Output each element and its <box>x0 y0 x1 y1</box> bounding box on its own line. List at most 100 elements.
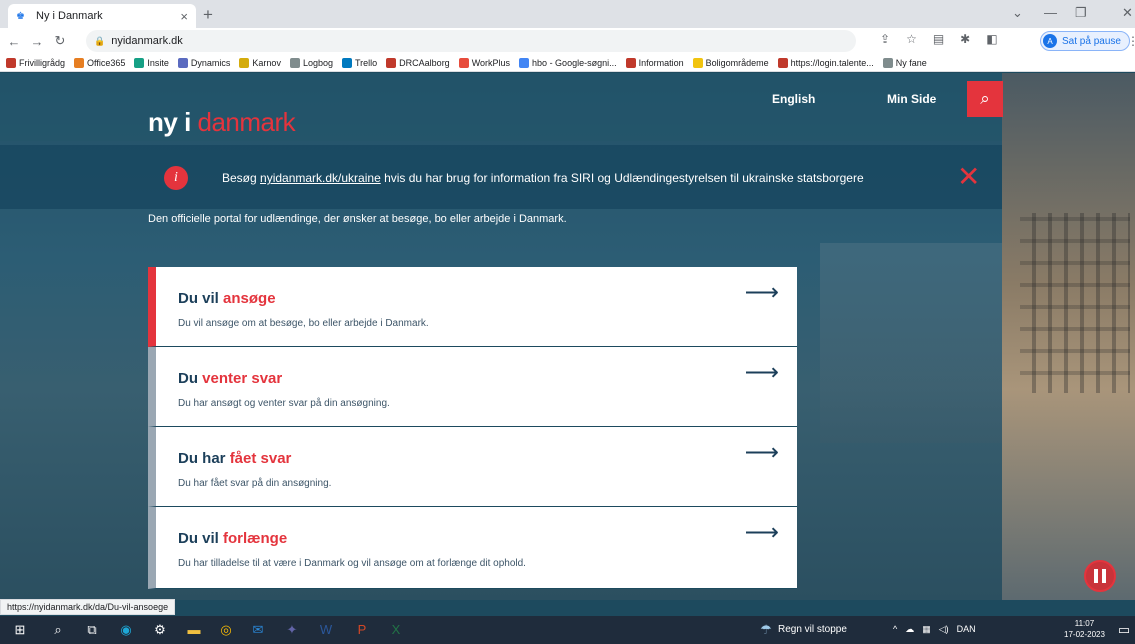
video-pause-button[interactable] <box>1084 560 1116 592</box>
language-indicator[interactable]: DAN <box>957 624 976 635</box>
card-du-har-faaet-svar[interactable]: Du har fået svar Du har fået svar på din… <box>148 427 797 507</box>
page-content: ny i danmark English Min Side ⌕ i Besøg … <box>0 73 1135 600</box>
site-favicon-icon: ♚ <box>16 11 25 22</box>
bookmark-label: Trello <box>355 57 378 68</box>
search-taskbar-icon[interactable]: ⌕ <box>50 622 66 638</box>
url-text: nyidanmark.dk <box>111 35 183 47</box>
word-icon[interactable]: W <box>318 622 334 638</box>
bookmark-item[interactable]: Insite <box>134 57 169 68</box>
chrome-icon[interactable]: ◎ <box>218 622 234 638</box>
back-icon[interactable]: ← <box>5 34 23 49</box>
ukraine-link[interactable]: nyidanmark.dk/ukraine <box>260 171 381 185</box>
banner-prefix: Besøg <box>222 171 261 185</box>
profile-button[interactable]: A Sat på pause <box>1040 31 1130 51</box>
outlook-icon[interactable]: ✉ <box>250 622 266 638</box>
chevron-up-icon[interactable]: ^ <box>893 624 897 635</box>
bookmark-label: Frivilligrådg <box>19 57 66 68</box>
clock-date: 17-02-2023 <box>1064 630 1105 639</box>
bookmark-favicon-icon <box>519 57 530 68</box>
forward-icon[interactable]: → <box>28 34 46 49</box>
info-icon: i <box>164 166 188 190</box>
edge-icon[interactable]: ◉ <box>118 622 134 638</box>
site-logo[interactable]: ny i danmark <box>148 107 296 138</box>
bookmark-favicon-icon <box>177 57 188 68</box>
windows-start-icon[interactable]: ⊞ <box>12 622 28 638</box>
settings-icon[interactable]: ⚙ <box>152 622 168 638</box>
pause-icon-bar <box>1102 569 1106 583</box>
weather-icon[interactable]: ☂ <box>758 622 774 638</box>
bookmark-item[interactable]: Boligområdeme <box>692 57 769 68</box>
min-side-link[interactable]: Min Side <box>887 92 936 106</box>
card-description: Du vil ansøge om at besøge, bo eller arb… <box>178 318 429 329</box>
bookmark-item[interactable]: hbo - Google-søgni... <box>519 57 617 68</box>
search-icon: ⌕ <box>980 89 990 108</box>
sidepanel-icon[interactable]: ◧ <box>986 32 997 46</box>
bookmark-item[interactable]: Frivilligrådg <box>6 57 66 68</box>
extensions-icon[interactable]: ✱ <box>960 32 970 46</box>
bookmark-item[interactable]: Dynamics <box>177 57 230 68</box>
card-title-plain: Du vil <box>178 530 224 547</box>
english-link[interactable]: English <box>772 92 815 106</box>
bookmark-item[interactable]: Office365 <box>74 57 125 68</box>
excel-icon[interactable]: X <box>388 622 404 638</box>
onedrive-icon[interactable]: ☁ <box>905 624 914 635</box>
bookmark-label: WorkPlus <box>471 57 511 68</box>
teams-icon[interactable]: ✦ <box>284 622 300 638</box>
status-bar-url: https://nyidanmark.dk/da/Du-vil-ansoege <box>0 599 176 615</box>
bookmark-item[interactable]: https://login.talente... <box>777 57 874 68</box>
weather-text[interactable]: Regn vil stoppe <box>778 624 847 635</box>
url-input[interactable]: 🔒 nyidanmark.dk <box>86 30 856 52</box>
reader-icon[interactable]: ▤ <box>933 32 944 46</box>
bookmark-item[interactable]: Karnov <box>239 57 281 68</box>
close-window-icon[interactable]: ✕ <box>1122 5 1133 21</box>
bookmark-label: Boligområdeme <box>705 57 769 68</box>
minimize-icon[interactable]: — <box>1044 5 1057 20</box>
bookmark-item[interactable]: Information <box>625 57 684 68</box>
menu-icon[interactable]: ⋮ <box>1127 34 1135 48</box>
notifications-icon[interactable]: ▭ <box>1116 622 1132 638</box>
powerpoint-icon[interactable]: P <box>354 622 370 638</box>
banner-text: Besøg nyidanmark.dk/ukraine hvis du har … <box>222 171 864 185</box>
bookmark-item[interactable]: Ny fane <box>882 57 927 68</box>
bookmark-item[interactable]: WorkPlus <box>458 57 511 68</box>
close-banner-icon[interactable]: ✕ <box>957 163 980 191</box>
bookmark-star-icon[interactable]: ☆ <box>906 32 917 46</box>
windows-taskbar: ⊞ ⌕ ⧉ ◉ ⚙ ▬ ◎ ✉ ✦ W P X ☂ Regn vil stopp… <box>0 616 1135 644</box>
arrow-right-icon: ⟶ <box>744 439 779 466</box>
clock[interactable]: 11:07 17-02-2023 <box>1064 618 1105 640</box>
card-du-vil-forlaenge[interactable]: Du vil forlænge Du har tilladelse til at… <box>148 507 797 589</box>
tab-title: Ny i Danmark <box>36 10 103 22</box>
new-tab-button[interactable]: + <box>203 5 213 25</box>
card-title: Du har fået svar <box>178 450 291 467</box>
card-du-vil-ansoege[interactable]: Du vil ansøge Du vil ansøge om at besøge… <box>148 267 797 347</box>
card-title-highlight: ansøge <box>223 290 276 307</box>
bookmark-favicon-icon <box>134 57 145 68</box>
arrow-right-icon: ⟶ <box>744 359 779 386</box>
bookmark-favicon-icon <box>882 57 893 68</box>
browser-tab[interactable]: ♚ Ny i Danmark × <box>8 4 196 28</box>
arrow-right-icon: ⟶ <box>744 279 779 306</box>
profile-label: Sat på pause <box>1062 35 1121 47</box>
bookmark-item[interactable]: Trello <box>342 57 378 68</box>
bookmarks-bar: Frivilligrådg Office365 Insite Dynamics Karn… <box>0 54 1135 72</box>
bookmark-label: Logbog <box>302 57 333 68</box>
network-icon[interactable]: ▦ <box>922 624 931 635</box>
tab-search-icon[interactable]: ⌄ <box>1012 5 1023 21</box>
choice-cards: Du vil ansøge Du vil ansøge om at besøge… <box>148 267 797 589</box>
bookmark-favicon-icon <box>289 57 300 68</box>
bookmark-item[interactable]: DRCAalborg <box>386 57 450 68</box>
card-title-highlight: venter svar <box>202 370 283 387</box>
bookmark-favicon-icon <box>777 57 788 68</box>
file-explorer-icon[interactable]: ▬ <box>186 622 202 638</box>
card-title: Du venter svar <box>178 370 282 387</box>
share-icon[interactable]: ⇪ <box>880 32 890 46</box>
clock-time: 11:07 <box>1074 619 1095 628</box>
card-du-venter-svar[interactable]: Du venter svar Du har ansøgt og venter s… <box>148 347 797 427</box>
reload-icon[interactable]: ↻ <box>51 33 69 49</box>
maximize-icon[interactable]: ❐ <box>1075 5 1087 21</box>
volume-icon[interactable]: ◁) <box>939 624 949 635</box>
bookmark-item[interactable]: Logbog <box>289 57 333 68</box>
task-view-icon[interactable]: ⧉ <box>84 622 100 638</box>
tab-close-icon[interactable]: × <box>180 9 188 24</box>
search-button[interactable]: ⌕ <box>967 81 1003 117</box>
